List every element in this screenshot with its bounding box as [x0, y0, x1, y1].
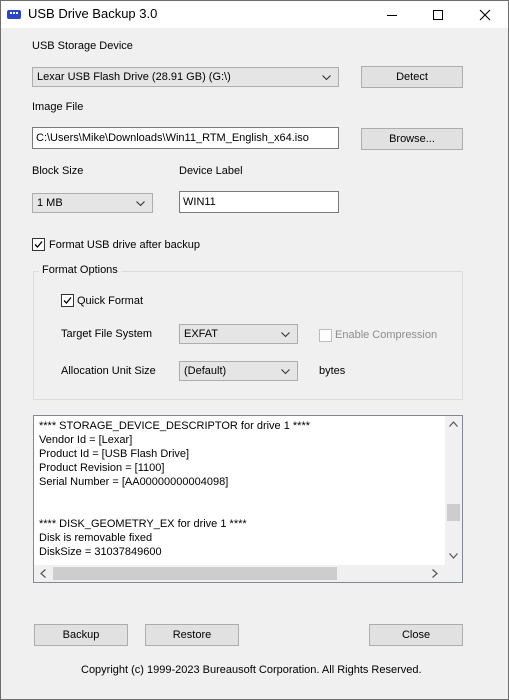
scroll-right-icon[interactable]: [432, 569, 438, 578]
chevron-down-icon: [281, 369, 290, 375]
usb-device-value: Lexar USB Flash Drive (28.91 GB) (G:\): [37, 71, 231, 83]
copyright-text: Copyright (c) 1999-2023 Bureausoft Corpo…: [81, 664, 422, 676]
close-window-button[interactable]: [462, 1, 508, 28]
scroll-up-icon[interactable]: [449, 421, 458, 427]
alloc-unit-bytes-label: bytes: [319, 365, 346, 377]
minimize-icon: [387, 15, 397, 16]
alloc-unit-label: Allocation Unit Size: [61, 365, 156, 377]
horizontal-scrollbar[interactable]: [34, 565, 445, 582]
log-line: Vendor Id = [Lexar]: [39, 434, 133, 446]
log-line: Disk is removable fixed: [39, 532, 153, 544]
image-file-value: C:\Users\Mike\Downloads\Win11_RTM_Englis…: [36, 132, 309, 144]
checkmark-icon: [63, 297, 72, 304]
enable-compression-label: Enable Compression: [335, 329, 438, 341]
device-label-label: Device Label: [179, 165, 243, 177]
checkmark-icon: [34, 241, 43, 248]
format-after-backup-label[interactable]: Format USB drive after backup: [49, 239, 200, 251]
target-fs-value: EXFAT: [184, 328, 219, 340]
chevron-down-icon: [322, 75, 331, 81]
close-icon: [479, 9, 491, 21]
target-fs-label: Target File System: [61, 328, 153, 340]
quick-format-checkbox[interactable]: [61, 294, 74, 307]
usb-device-label: USB Storage Device: [32, 40, 133, 52]
format-after-backup-checkbox[interactable]: [32, 238, 45, 251]
device-label-value: WIN11: [183, 196, 216, 208]
maximize-button[interactable]: [415, 1, 461, 28]
main-window: USB Drive Backup 3.0 USB Storage Device …: [0, 0, 509, 700]
quick-format-label[interactable]: Quick Format: [77, 295, 143, 307]
enable-compression-checkbox[interactable]: [319, 329, 332, 342]
horizontal-scroll-thumb[interactable]: [53, 567, 337, 580]
scroll-down-icon[interactable]: [449, 553, 458, 559]
minimize-button[interactable]: [369, 1, 415, 28]
log-line: Product Id = [USB Flash Drive]: [39, 448, 190, 460]
block-size-label: Block Size: [32, 165, 84, 177]
chevron-down-icon: [281, 332, 290, 338]
restore-button[interactable]: Restore: [145, 624, 239, 646]
format-options-group-label: Format Options: [39, 264, 121, 276]
image-file-input[interactable]: C:\Users\Mike\Downloads\Win11_RTM_Englis…: [32, 127, 339, 149]
log-line: **** DISK_GEOMETRY_EX for drive 1 ****: [39, 518, 247, 530]
maximize-icon: [433, 10, 443, 20]
scroll-left-icon[interactable]: [40, 569, 46, 578]
title-bar[interactable]: USB Drive Backup 3.0: [1, 1, 508, 28]
vertical-scroll-thumb[interactable]: [447, 504, 460, 521]
target-fs-select[interactable]: EXFAT: [179, 324, 298, 344]
alloc-unit-select[interactable]: (Default): [179, 361, 298, 381]
alloc-unit-value: (Default): [184, 365, 227, 377]
log-output[interactable]: **** STORAGE_DEVICE_DESCRIPTOR for drive…: [33, 415, 463, 583]
vertical-scrollbar[interactable]: [445, 416, 462, 565]
log-line: DiskSize = 31037849600: [39, 546, 162, 558]
log-lines: **** STORAGE_DEVICE_DESCRIPTOR for drive…: [39, 419, 310, 559]
log-line: **** STORAGE_DEVICE_DESCRIPTOR for drive…: [39, 420, 311, 432]
log-line: Product Revision = [1100]: [39, 462, 165, 474]
usb-drive-app-icon: [6, 7, 22, 22]
usb-device-select[interactable]: Lexar USB Flash Drive (28.91 GB) (G:\): [32, 67, 339, 87]
scrollbar-corner: [445, 565, 462, 582]
chevron-down-icon: [136, 201, 145, 207]
device-label-input[interactable]: WIN11: [179, 191, 339, 213]
block-size-value: 1 MB: [37, 197, 63, 209]
backup-button[interactable]: Backup: [34, 624, 128, 646]
log-line: Serial Number = [AA00000000004098]: [39, 476, 229, 488]
window-title: USB Drive Backup 3.0: [28, 6, 158, 21]
image-file-label: Image File: [32, 101, 84, 113]
browse-button[interactable]: Browse...: [361, 128, 463, 150]
block-size-select[interactable]: 1 MB: [32, 193, 153, 213]
close-button[interactable]: Close: [369, 624, 463, 646]
detect-button[interactable]: Detect: [361, 66, 463, 88]
